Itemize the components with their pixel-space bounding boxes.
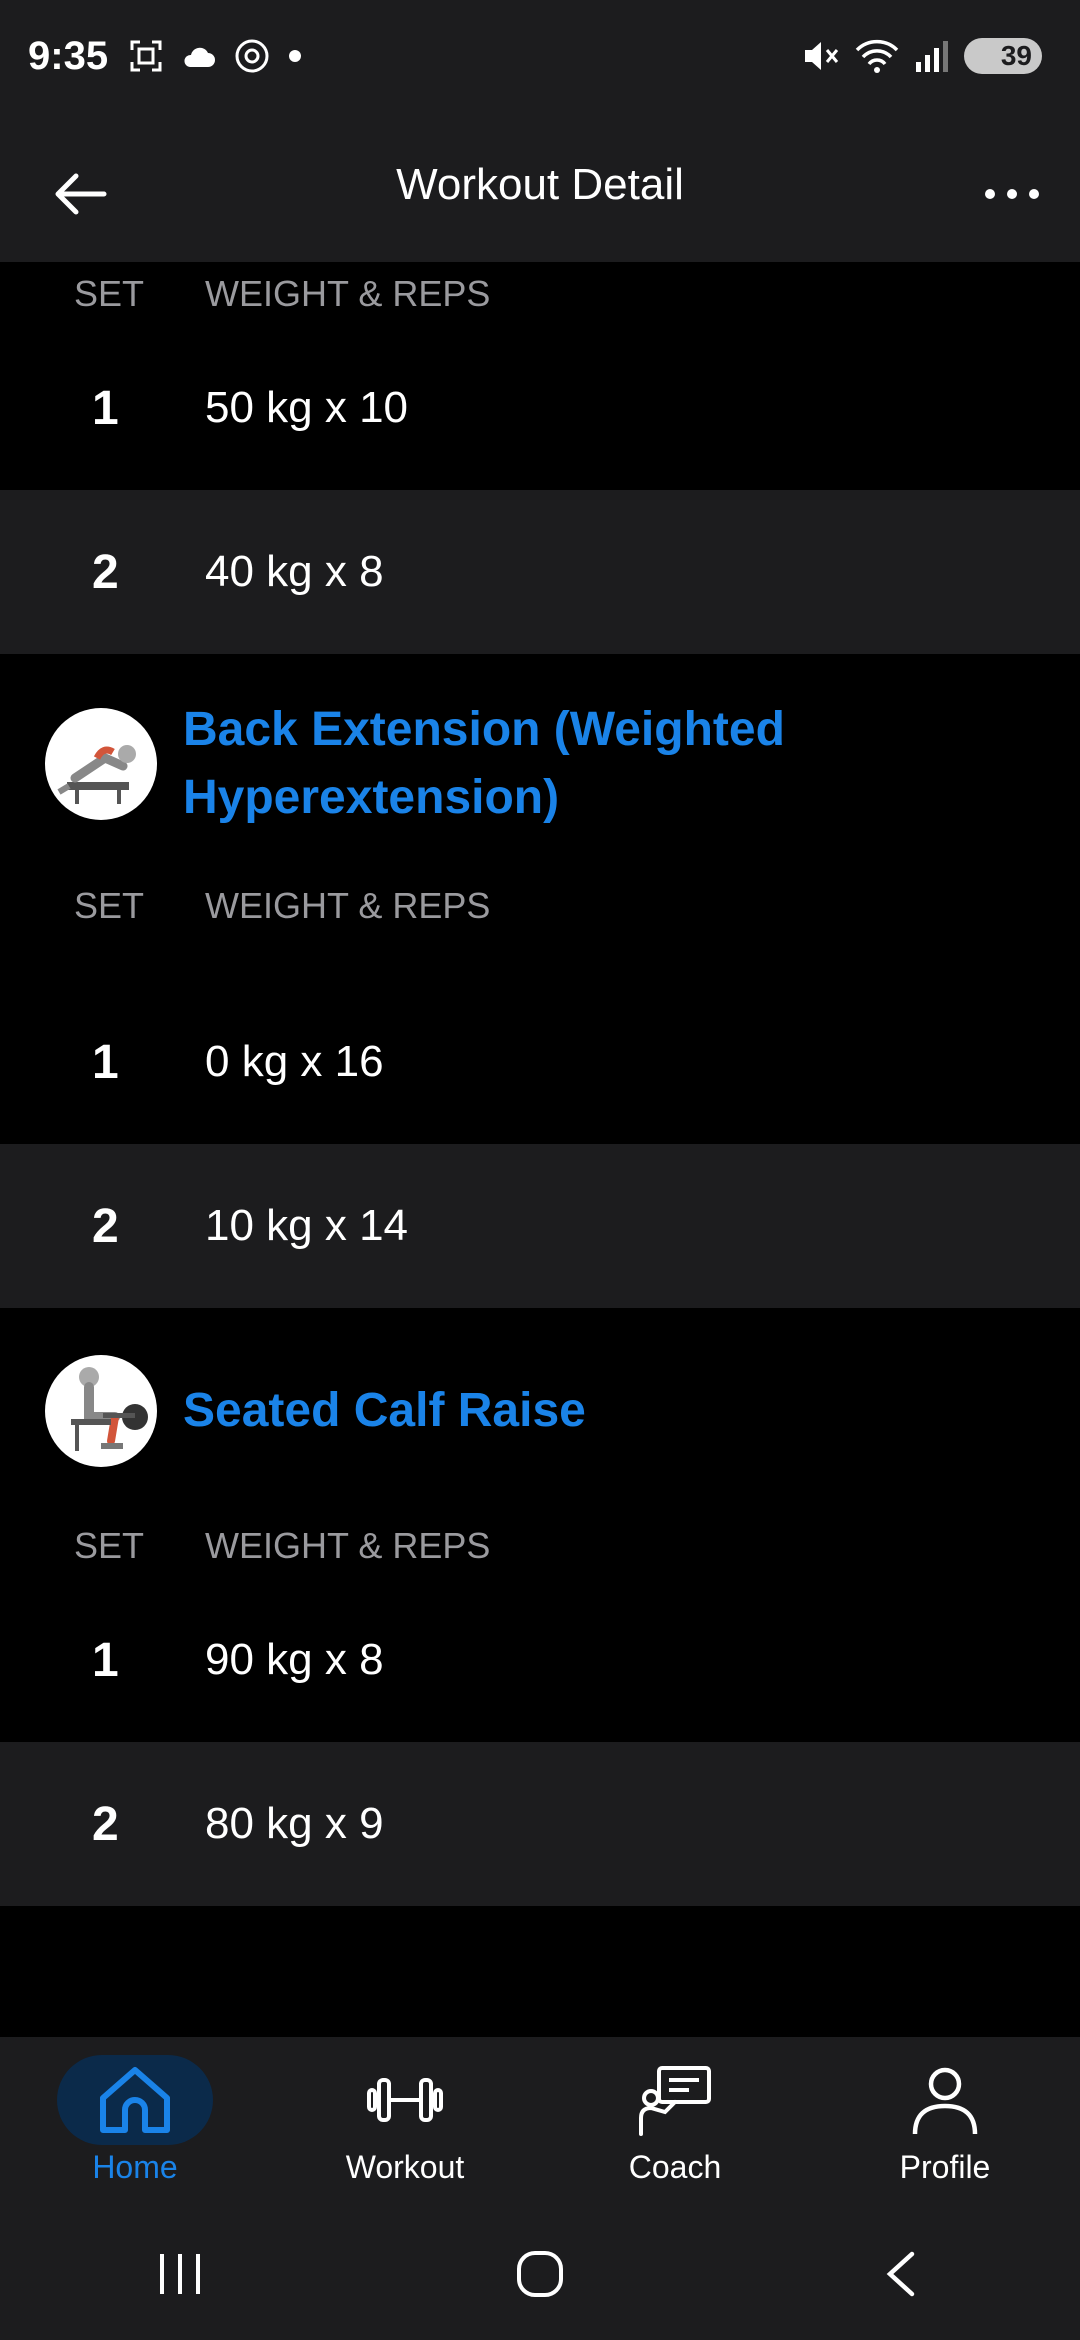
status-icons-left	[128, 38, 302, 74]
nav-label: Coach	[628, 2149, 722, 2185]
battery-indicator: 39	[964, 38, 1042, 74]
nav-item-coach[interactable]: Coach	[540, 2037, 810, 2207]
set-weight-reps: 40 kg x 8	[205, 547, 384, 596]
nav-icon-wrap	[867, 2055, 1023, 2145]
cloud-icon	[184, 47, 215, 67]
set-column-header: SET	[74, 885, 145, 926]
weight-reps-column-header: WEIGHT & REPS	[205, 885, 491, 926]
back-system-button[interactable]	[840, 2234, 960, 2314]
page-title: Workout Detail	[396, 160, 684, 209]
set-number: 2	[92, 1797, 119, 1851]
exercise-thumbnail	[45, 1355, 157, 1467]
more-horizontal-icon	[985, 189, 1039, 199]
home-circle-icon	[517, 2250, 563, 2297]
dumbbell-icon	[367, 2078, 443, 2122]
nav-label: Profile	[899, 2149, 991, 2185]
exercise-header[interactable]: Back Extension (Weighted Hyperextension)	[0, 654, 1080, 874]
system-navigation-bar	[0, 2207, 1080, 2340]
nav-icon-wrap	[327, 2055, 483, 2145]
set-weight-reps: 0 kg x 16	[205, 1037, 384, 1086]
set-weight-reps: 90 kg x 8	[205, 1635, 384, 1684]
exercise-name-link[interactable]: Seated Calf Raise	[183, 1377, 586, 1445]
recent-apps-button[interactable]	[120, 2234, 240, 2314]
set-row: 2 40 kg x 8	[0, 490, 1080, 654]
coach-icon	[639, 2066, 711, 2136]
nav-icon-highlight	[57, 2055, 213, 2145]
weight-reps-column-header: WEIGHT & REPS	[205, 273, 491, 314]
status-time: 9:35	[28, 34, 109, 78]
nav-item-workout[interactable]: Workout	[270, 2037, 540, 2207]
recent-apps-icon	[160, 2253, 200, 2294]
top-bar: Workout Detail	[0, 120, 1080, 262]
set-weight-reps: 80 kg x 9	[205, 1799, 384, 1848]
mute-icon	[805, 42, 839, 70]
back-extension-illustration	[57, 745, 136, 804]
status-bar: 9:35 39	[0, 0, 1080, 120]
more-options-button[interactable]	[972, 154, 1052, 234]
set-weight-reps: 10 kg x 14	[205, 1201, 409, 1250]
sets-header: SET WEIGHT & REPS	[0, 262, 1080, 326]
set-row: 1 0 kg x 16	[0, 980, 1080, 1144]
nav-icon-wrap	[597, 2055, 753, 2145]
set-weight-reps: 50 kg x 10	[205, 383, 409, 432]
set-column-header: SET	[74, 273, 145, 314]
set-number: 1	[92, 1633, 119, 1687]
exercise-name-line1: Back Extension (Weighted	[183, 703, 785, 756]
set-row: 1 50 kg x 10	[0, 326, 1080, 490]
set-row: 2 10 kg x 14	[0, 1144, 1080, 1308]
set-number: 2	[92, 545, 119, 599]
workout-content[interactable]: SET WEIGHT & REPS 1 50 kg x 10 2 40 kg x…	[0, 262, 1080, 2037]
profile-icon	[912, 2067, 978, 2135]
home-system-button[interactable]	[480, 2234, 600, 2314]
nav-item-home[interactable]: Home	[0, 2037, 270, 2207]
home-icon	[100, 2067, 170, 2133]
signal-icon	[916, 41, 948, 72]
exercise-thumbnail	[45, 708, 157, 820]
nav-label: Workout	[345, 2149, 465, 2185]
set-number: 1	[92, 1035, 119, 1089]
nav-item-profile[interactable]: Profile	[810, 2037, 1080, 2207]
set-row: 1 90 kg x 8	[0, 1578, 1080, 1742]
exercise-name-link[interactable]: Back Extension (Weighted Hyperextension)	[183, 696, 785, 832]
chevron-left-icon	[886, 2251, 915, 2296]
screenshot-icon	[130, 40, 162, 72]
nav-label: Home	[92, 2149, 178, 2185]
status-icons-right: 39	[802, 38, 1042, 74]
exercise-name-line2: Hyperextension)	[183, 771, 560, 824]
sets-header: SET WEIGHT & REPS	[0, 1514, 1080, 1578]
exercise-header[interactable]: Seated Calf Raise	[0, 1308, 1080, 1514]
wifi-icon	[855, 39, 899, 73]
dot-icon	[289, 50, 301, 62]
set-row: 2 80 kg x 9	[0, 1742, 1080, 1906]
seated-calf-raise-illustration	[71, 1367, 148, 1451]
weight-reps-column-header: WEIGHT & REPS	[205, 1525, 491, 1566]
threads-icon	[235, 39, 269, 73]
bottom-navigation: Home Workout Coach Profile	[0, 2037, 1080, 2207]
set-number: 2	[92, 1199, 119, 1253]
set-number: 1	[92, 381, 119, 435]
set-column-header: SET	[74, 1525, 145, 1566]
sets-header: SET WEIGHT & REPS	[0, 874, 1080, 938]
